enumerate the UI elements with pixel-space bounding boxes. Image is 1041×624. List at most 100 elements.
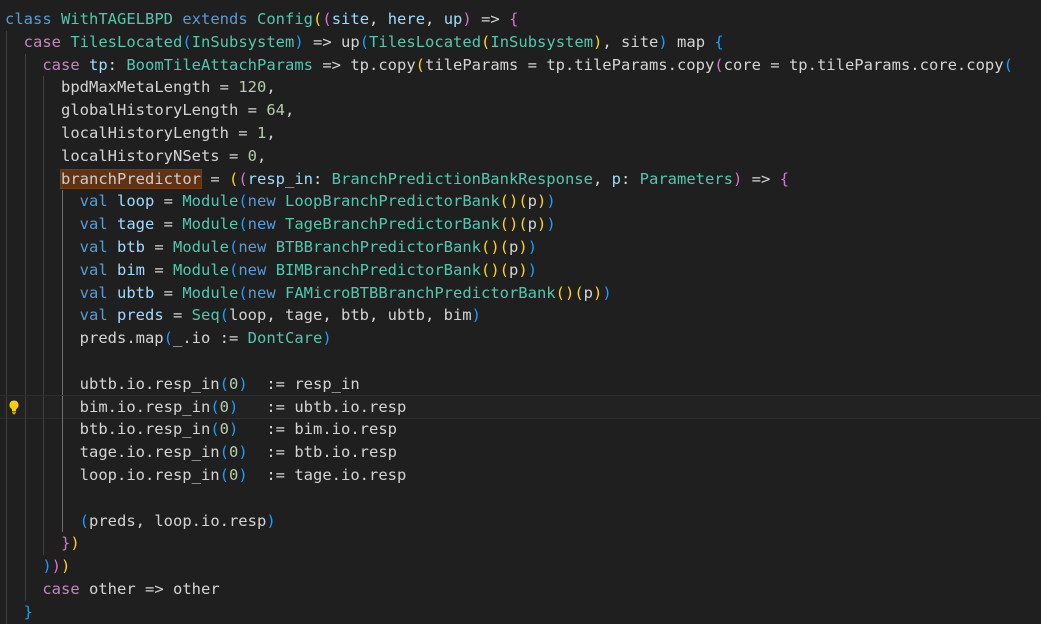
code-token: ( [313,10,323,28]
code-line[interactable]: localHistoryNSets = 0, [0,144,1041,168]
code-token: , [592,169,612,188]
code-text: }) [5,534,80,552]
code-token: ( [229,260,239,279]
code-token: val [79,215,108,234]
code-token: ( [210,397,220,416]
code-token: val [79,192,108,211]
code-text: ))) [5,557,70,575]
code-text: } [5,603,33,621]
code-token: val [79,283,108,302]
code-token: preds [117,306,164,325]
code-token: ( [359,32,370,51]
code-token: new [247,283,276,302]
code-text: case other => other [5,579,220,598]
code-line[interactable]: (preds, loop.io.resp) [0,509,1041,533]
code-token: tage.io.resp_in [79,443,220,462]
code-text: tage.io.resp_in(0) := btb.io.resp [5,443,397,461]
code-line[interactable]: class WithTAGELBPD extends Config((site,… [0,8,1041,31]
code-line[interactable]: val ubtb = Module(new FAMicroBTBBranchPr… [0,281,1041,305]
code-token: bpdMaxMetaLength = [61,78,239,97]
code-line[interactable]: tage.io.resp_in(0) := btb.io.resp [0,441,1041,464]
code-line[interactable]: case tp: BoomTileAttachParams => tp.copy… [0,53,1041,77]
code-token: ) [593,32,603,51]
code-editor[interactable]: class WithTAGELBPD extends Config((site,… [0,8,1041,624]
code-line[interactable]: branchPredictor = ((resp_in: BranchPredi… [0,167,1041,191]
code-line[interactable]: preds.map(_.io := DontCare) [0,327,1041,350]
code-token: := resp_in [247,374,360,393]
code-token: preds.map [79,329,164,348]
code-token: ( [499,237,510,256]
code-token: Module [173,260,229,279]
code-token: 0 [219,420,229,439]
code-token: () [555,283,575,302]
code-token: BoomTileAttachParams [126,55,313,74]
code-token: tp [89,55,108,74]
code-token: ) [70,534,80,553]
code-token: = [145,237,173,256]
code-token: p [527,192,538,211]
code-token: ubtb.io.resp_in [79,374,220,393]
code-token: other [163,579,220,598]
code-line[interactable]: loop.io.resp_in(0) := tage.io.resp [0,463,1041,487]
code-token: ) [546,192,556,211]
code-token: } [23,602,34,621]
code-token: ( [229,237,239,256]
code-line[interactable]: }) [0,532,1041,556]
code-line[interactable]: ubtb.io.resp_in(0) := resp_in [0,372,1041,396]
code-token: := ubtb.io.resp [238,397,407,416]
code-line[interactable]: val preds = Seq(loop, tage, btb, ubtb, b… [0,304,1041,328]
code-line[interactable]: val bim = Module(new BIMBranchPredictorB… [0,258,1041,282]
code-text: val bim = Module(new BIMBranchPredictorB… [5,261,537,279]
code-text: val tage = Module(new TageBranchPredicto… [5,215,556,233]
code-token: ( [228,169,239,188]
code-token: ) [518,237,528,256]
code-token: btb [117,237,145,256]
code-token: p [527,215,538,234]
code-token: case [42,579,80,598]
code-token: TilesLocated [369,32,482,51]
code-token: p [509,260,519,279]
code-line[interactable]: ))) [0,555,1041,578]
code-token: 0 [228,465,239,484]
code-token: 120 [238,78,267,97]
code-line[interactable]: case other => other [0,577,1041,601]
code-token: := btb.io.resp [247,443,397,462]
code-token: loop.io.resp_in [79,465,220,484]
code-line[interactable] [0,486,1041,510]
code-text: btb.io.resp_in(0) := bim.io.resp [5,420,397,438]
code-line[interactable]: val loop = Module(new LoopBranchPredicto… [0,190,1041,214]
code-token: , [256,146,267,165]
code-line[interactable]: case TilesLocated(InSubsystem) => up(Til… [0,30,1041,54]
code-line[interactable]: val tage = Module(new TageBranchPredicto… [0,213,1041,236]
code-token: ( [163,329,173,348]
code-token: ) [266,511,276,530]
code-line[interactable]: globalHistoryLength = 64, [0,99,1041,122]
code-line[interactable]: bim.io.resp_in(0) := ubtb.io.resp [0,394,1041,420]
code-line[interactable]: localHistoryLength = 1, [0,121,1041,145]
code-text: bim.io.resp_in(0) := ubtb.io.resp [5,397,407,416]
code-token: DontCare [247,329,323,348]
code-line[interactable] [0,349,1041,373]
code-token: 0 [228,443,239,462]
code-token: Module [182,283,239,302]
code-token: Seq [191,306,220,325]
code-text: bpdMaxMetaLength = 120, [5,78,276,96]
code-line[interactable]: btb.io.resp_in(0) := bim.io.resp [0,418,1041,442]
code-token: val [79,306,108,325]
code-text: val preds = Seq(loop, tage, btb, ubtb, b… [5,306,481,324]
code-token: val [79,260,108,279]
code-line[interactable]: bpdMaxMetaLength = 120, [0,76,1041,100]
code-line[interactable]: val btb = Module(new BTBBranchPredictorB… [0,235,1041,259]
code-token: ( [219,374,229,393]
code-token: resp_in [247,169,313,188]
code-token: = [154,283,183,302]
code-line[interactable]: } [0,600,1041,624]
